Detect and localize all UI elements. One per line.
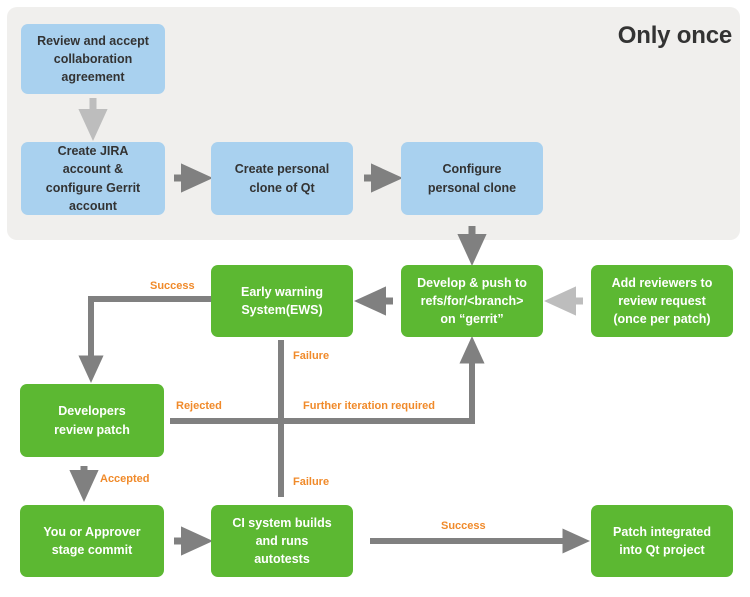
node-developers-review[interactable]: Developers review patch (20, 384, 164, 457)
edge-label-rejected: Rejected (176, 400, 222, 412)
node-patch-integrated[interactable]: Patch integrated into Qt project (591, 505, 733, 577)
node-early-warning-system[interactable]: Early warning System(EWS) (211, 265, 353, 337)
edge-label-failure-ews: Failure (293, 350, 330, 362)
node-review-accept[interactable]: Review and accept collaboration agreemen… (21, 24, 165, 94)
arrow-ews-success-to-developers (78, 296, 211, 384)
edge-label-further-iteration: Further iteration required (303, 400, 436, 412)
edge-label-accepted: Accepted (100, 473, 150, 485)
node-create-jira[interactable]: Create JIRA account & configure Gerrit a… (21, 142, 165, 215)
edge-label-success-ci: Success (441, 520, 486, 532)
node-ci-system[interactable]: CI system builds and runs autotests (211, 505, 353, 577)
only-once-label: Only once (617, 22, 732, 49)
flowchart-canvas: Only once Review and accept collaboratio… (0, 0, 750, 597)
edge-label-success-ews: Success (150, 280, 195, 292)
node-develop-push[interactable]: Develop & push to refs/for/<branch> on “… (401, 265, 543, 337)
edge-label-failure-ci: Failure (293, 476, 330, 488)
node-configure-clone[interactable]: Configure personal clone (401, 142, 543, 215)
node-create-clone[interactable]: Create personal clone of Qt (211, 142, 353, 215)
node-add-reviewers[interactable]: Add reviewers to review request (once pe… (591, 265, 733, 337)
node-stage-commit[interactable]: You or Approver stage commit (20, 505, 164, 577)
